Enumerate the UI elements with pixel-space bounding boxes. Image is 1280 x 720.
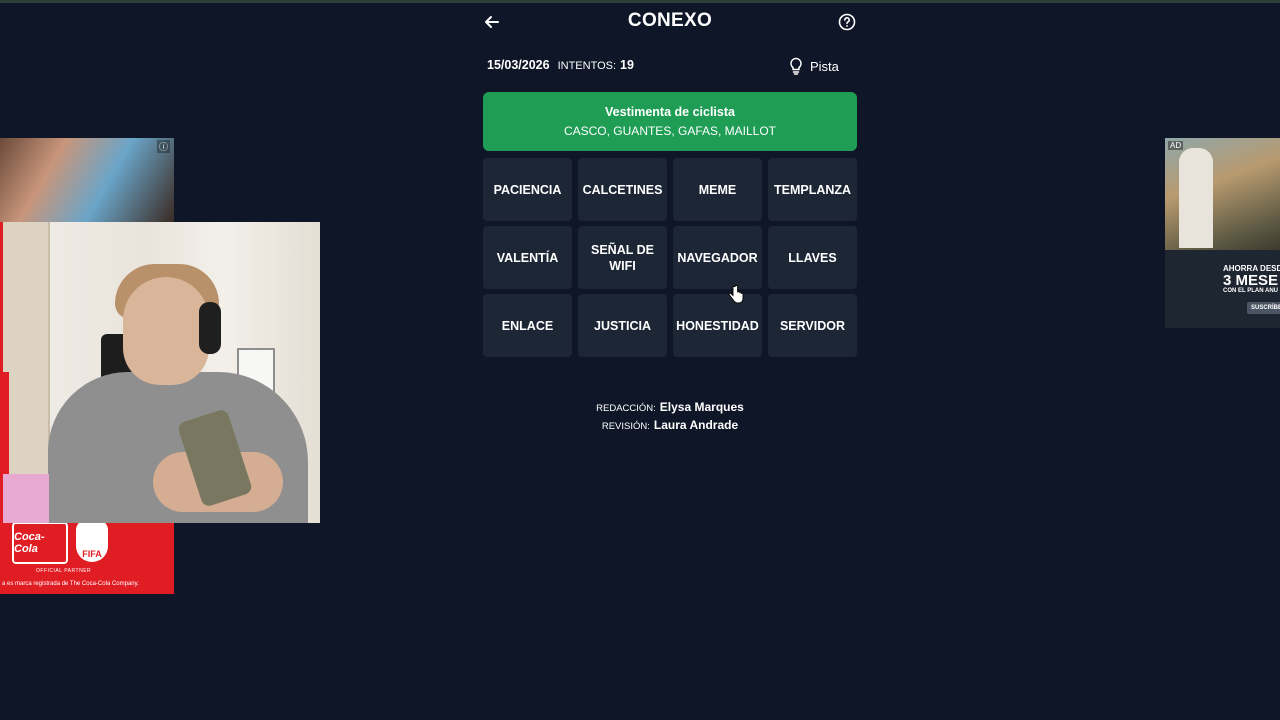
word-tile[interactable]: MEME — [673, 158, 762, 221]
ad-photo — [0, 138, 174, 222]
ad-person — [1179, 148, 1213, 248]
lightbulb-icon — [790, 57, 802, 75]
ad-partner-text: OFFICIAL PARTNER — [36, 568, 92, 574]
reviewer-label: REVISIÓN: — [601, 421, 650, 432]
fifa-logo: FIFA — [76, 520, 108, 562]
ad-headline-3: CON EL PLAN ANU — [1223, 288, 1279, 294]
word-tile[interactable]: PACIENCIA — [483, 158, 572, 221]
word-tile[interactable]: SEÑAL DE WIFI — [578, 226, 667, 289]
webcam-headset — [199, 302, 221, 354]
credits-reviewer-row: REVISIÓN: Laura Andrade — [483, 417, 857, 435]
webcam-overlay — [3, 222, 320, 523]
ad-footnote: a es marca registrada de The Coca-Cola C… — [2, 581, 139, 587]
credits-editor-row: REDACCIÓN: Elysa Marques — [483, 399, 857, 417]
solved-group-category: Vestimenta de ciclista — [605, 105, 735, 119]
editor-name: Elysa Marques — [659, 400, 744, 414]
arrow-left-icon — [485, 16, 499, 28]
word-tile[interactable]: HONESTIDAD — [673, 294, 762, 357]
hint-label: Pista — [810, 58, 839, 74]
page-title: CONEXO — [627, 10, 713, 31]
word-grid: PACIENCIA CALCETINES MEME TEMPLANZA VALE… — [483, 158, 857, 357]
game-date: 15/03/2026 — [487, 58, 550, 72]
attempts-value: 19 — [620, 58, 634, 72]
word-tile[interactable]: TEMPLANZA — [768, 158, 857, 221]
word-tile[interactable]: VALENTÍA — [483, 226, 572, 289]
game-meta: 15/03/2026 INTENTOS: 19 — [487, 58, 634, 72]
back-button[interactable] — [482, 12, 502, 32]
solved-group-card: Vestimenta de ciclista CASCO, GUANTES, G… — [483, 92, 857, 151]
coca-cola-logo: Coca-Cola — [12, 522, 68, 564]
word-tile[interactable]: NAVEGADOR — [673, 226, 762, 289]
credits: REDACCIÓN: Elysa Marques REVISIÓN: Laura A… — [483, 399, 857, 435]
ad-subscribe-button[interactable]: SUSCRÍBE — [1247, 302, 1280, 314]
webcam-pink-object — [3, 474, 49, 523]
attempts-label: INTENTOS: — [557, 60, 617, 72]
hint-button[interactable]: Pista — [788, 57, 839, 75]
webcam-person-head — [123, 277, 209, 385]
ad-headline-2: 3 MESE — [1223, 272, 1279, 289]
top-border — [0, 0, 1280, 3]
word-tile[interactable]: CALCETINES — [578, 158, 667, 221]
hand-cursor-icon — [728, 285, 744, 304]
reviewer-name: Laura Andrade — [653, 418, 739, 432]
solved-group-words: CASCO, GUANTES, GAFAS, MAILLOT — [563, 124, 777, 138]
editor-label: REDACCIÓN: — [596, 403, 656, 414]
word-tile[interactable]: LLAVES — [768, 226, 857, 289]
ad-info-icon[interactable]: ⓘ — [156, 140, 170, 153]
question-circle-icon — [838, 13, 856, 31]
right-ad-banner[interactable]: AD AHORRA DESD 3 MESE CON EL PLAN ANU SU… — [1165, 138, 1280, 328]
word-tile[interactable]: SERVIDOR — [768, 294, 857, 357]
word-tile[interactable]: JUSTICIA — [578, 294, 667, 357]
help-button[interactable] — [838, 13, 856, 31]
ad-tag: AD — [1168, 141, 1184, 150]
word-tile[interactable]: ENLACE — [483, 294, 572, 357]
